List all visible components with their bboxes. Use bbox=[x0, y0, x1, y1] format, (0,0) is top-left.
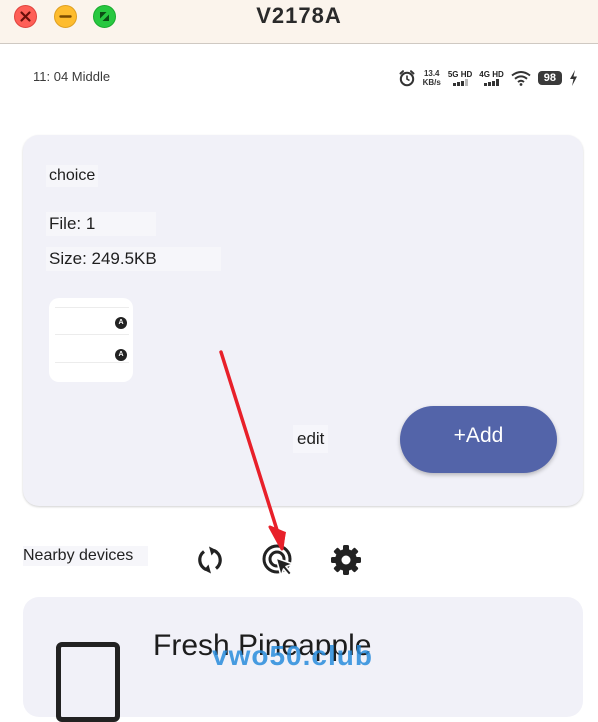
thumbnail-divider bbox=[55, 334, 129, 335]
window-titlebar: V2178A bbox=[0, 0, 598, 44]
choice-label[interactable]: choice bbox=[46, 165, 99, 187]
status-indicators: 13.4 KB/s 5G HD 4G HD 98 bbox=[398, 68, 578, 88]
charging-icon bbox=[570, 70, 577, 86]
file-selection-card: choice File: 1 Size: 249.5KB A A edit +A… bbox=[23, 135, 583, 506]
status-time: 11: 04 Middle bbox=[33, 69, 111, 84]
thumbnail-avatar: A bbox=[115, 317, 127, 329]
touch-target-icon[interactable] bbox=[260, 542, 296, 578]
file-count-label: File: 1 bbox=[46, 212, 156, 236]
network-speed: 13.4 KB/s bbox=[423, 69, 441, 87]
window-title: V2178A bbox=[256, 3, 342, 28]
thumbnail-divider bbox=[55, 362, 129, 363]
alarm-icon bbox=[399, 70, 415, 87]
network-speed-unit: KB/s bbox=[422, 78, 441, 87]
thumbnail-divider bbox=[55, 307, 129, 308]
network-speed-value: 13.4 bbox=[423, 69, 440, 78]
settings-gear-icon[interactable] bbox=[328, 542, 364, 578]
signal-bars-icon bbox=[484, 79, 500, 86]
wifi-icon bbox=[511, 71, 531, 86]
watermark-text: vwo50.club bbox=[212, 640, 373, 671]
edit-button[interactable]: edit bbox=[293, 425, 329, 453]
battery-level: 98 bbox=[537, 71, 562, 85]
signal-4g: 4G HD bbox=[479, 70, 504, 86]
phone-status-bar: 11: 04 Middle 13.4 KB/s 5G HD 4G HD 98 bbox=[0, 60, 598, 96]
refresh-icon[interactable] bbox=[192, 542, 228, 578]
signal-4g-label: 4G HD bbox=[479, 70, 504, 79]
thumbnail-avatar: A bbox=[115, 349, 127, 361]
signal-5g: 5G HD bbox=[448, 70, 472, 86]
nearby-devices-label: Nearby devices bbox=[23, 546, 149, 566]
file-thumbnail[interactable]: A A bbox=[49, 298, 133, 382]
signal-5g-label: 5G HD bbox=[447, 70, 473, 79]
signal-bars-icon bbox=[452, 79, 468, 86]
add-button[interactable]: +Add bbox=[400, 406, 557, 473]
tablet-device-icon bbox=[56, 642, 120, 722]
file-size-label: Size: 249.5KB bbox=[46, 247, 221, 271]
